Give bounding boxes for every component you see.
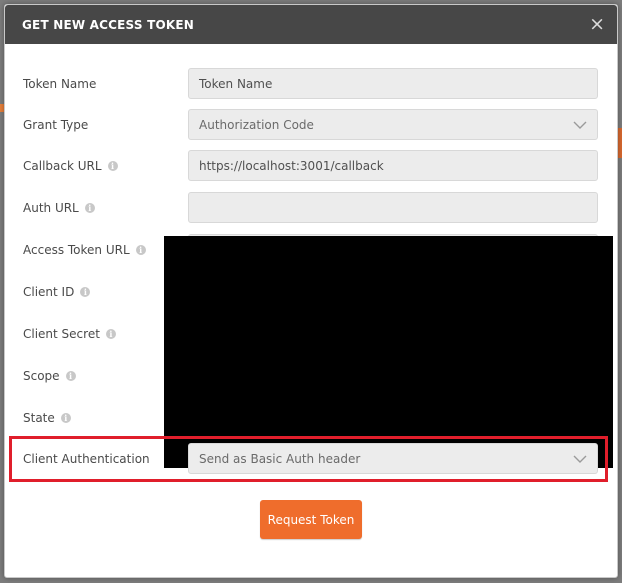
auth-url-label: Auth URL i <box>23 192 95 224</box>
row-token-name: Token Name Token Name <box>5 68 617 100</box>
token-name-input[interactable]: Token Name <box>188 68 598 99</box>
client-id-label: Client ID i <box>23 276 91 308</box>
dialog-title: GET NEW ACCESS TOKEN <box>22 17 195 32</box>
info-icon[interactable]: i <box>65 371 76 381</box>
info-icon[interactable]: i <box>107 161 118 171</box>
callback-url-value: https://localhost:3001/callback <box>199 158 384 173</box>
grant-type-value: Authorization Code <box>199 117 314 132</box>
chevron-down-icon <box>573 121 587 129</box>
info-icon[interactable]: i <box>105 329 116 339</box>
row-auth-url: Auth URL i <box>5 192 617 224</box>
scope-label: Scope i <box>23 360 76 392</box>
callback-url-label: Callback URL i <box>23 150 118 182</box>
state-label: State i <box>23 402 71 434</box>
callback-url-input[interactable]: https://localhost:3001/callback <box>188 150 598 181</box>
request-token-button[interactable]: Request Token <box>260 500 362 539</box>
auth-url-input[interactable] <box>188 192 598 223</box>
row-grant-type: Grant Type Authorization Code <box>5 109 617 141</box>
client-secret-label: Client Secret i <box>23 318 116 350</box>
close-icon[interactable]: × <box>589 15 605 34</box>
redaction-block <box>164 236 613 468</box>
access-token-url-label: Access Token URL i <box>23 234 146 266</box>
grant-type-label: Grant Type <box>23 118 89 132</box>
dialog-header: GET NEW ACCESS TOKEN × <box>5 5 617 44</box>
info-icon[interactable]: i <box>135 245 146 255</box>
info-icon[interactable]: i <box>80 287 91 297</box>
grant-type-select[interactable]: Authorization Code <box>188 109 598 140</box>
info-icon[interactable]: i <box>84 203 95 213</box>
token-name-placeholder: Token Name <box>199 76 273 91</box>
access-token-dialog: GET NEW ACCESS TOKEN × Token Name Token … <box>4 4 618 578</box>
info-icon[interactable]: i <box>60 413 71 423</box>
row-callback-url: Callback URL i https://localhost:3001/cal… <box>5 150 617 182</box>
token-name-label: Token Name <box>23 77 97 91</box>
highlight-annotation <box>9 436 608 482</box>
